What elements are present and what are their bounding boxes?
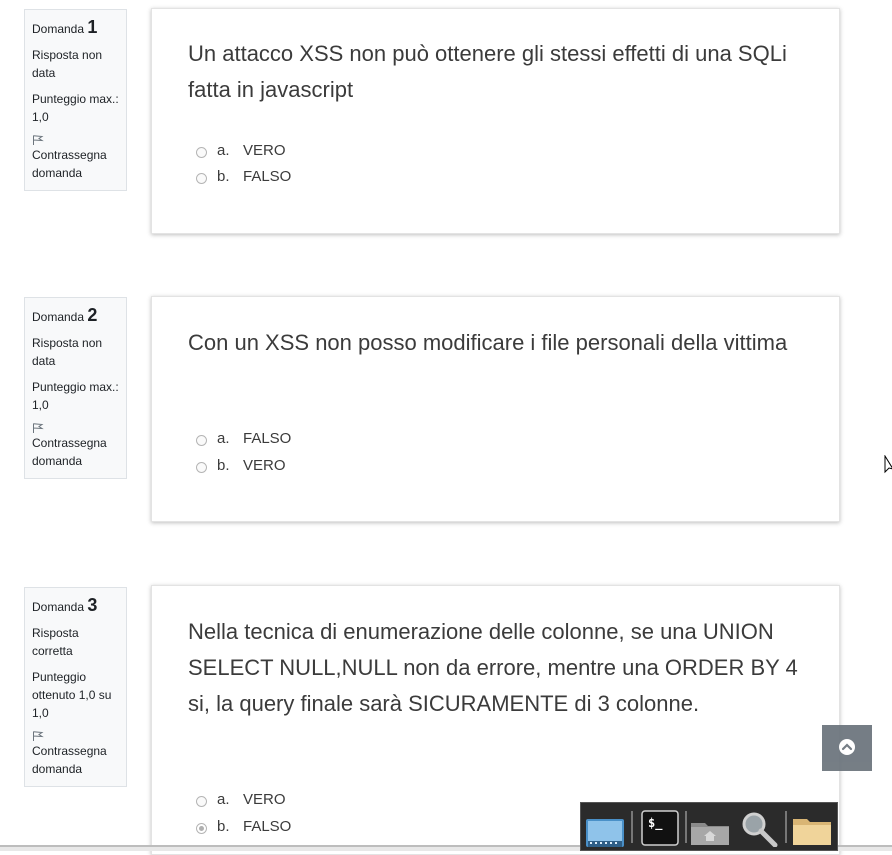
mouse-cursor-icon [884, 455, 892, 474]
dock: $_ [580, 802, 838, 851]
answer-text[interactable]: FALSO [243, 430, 291, 447]
flag-question-label[interactable]: Contrassegna domanda [32, 148, 107, 180]
question-number: Domanda 3 [32, 596, 119, 616]
answer-radio[interactable] [196, 147, 207, 158]
answer-radio[interactable] [196, 173, 207, 184]
answer-radio[interactable] [196, 435, 207, 446]
answer-radio[interactable] [196, 823, 207, 834]
question-card-1: Un attacco XSS non può ottenere gli stes… [151, 8, 840, 234]
answer-text[interactable]: VERO [243, 142, 286, 159]
files-icon[interactable] [791, 809, 833, 847]
question-number: Domanda 2 [32, 306, 119, 326]
question-grade: Punteggio ottenuto 1,0 su 1,0 [32, 670, 112, 720]
answer-radio[interactable] [196, 462, 207, 473]
terminal-glyph: $_ [648, 816, 663, 830]
flag-icon [33, 423, 44, 433]
question-card-2: Con un XSS non posso modificare i file p… [151, 296, 840, 522]
question-state: Risposta non data [32, 48, 103, 80]
answer-text[interactable]: FALSO [243, 168, 291, 185]
question-text: Un attacco XSS non può ottenere gli stes… [188, 41, 787, 102]
flag-icon [33, 135, 44, 145]
answer-letter: b. [217, 168, 230, 185]
question-number-value: 2 [87, 305, 98, 325]
answer-text[interactable]: FALSO [243, 818, 291, 835]
home-folder-icon[interactable] [689, 809, 731, 847]
answer-text[interactable]: VERO [243, 791, 286, 808]
answer-radio[interactable] [196, 796, 207, 807]
flag-question-label[interactable]: Contrassegna domanda [32, 744, 107, 776]
answer-text[interactable]: VERO [243, 457, 286, 474]
question-state: Risposta corretta [32, 626, 79, 658]
question-number: Domanda 1 [32, 18, 119, 38]
question-grade: Punteggio max.: 1,0 [32, 92, 119, 124]
question-label: Domanda [32, 22, 85, 36]
answer-letter: a. [217, 142, 230, 159]
chevron-up-icon [839, 739, 855, 755]
dock-separator [785, 811, 787, 843]
question-number-value: 1 [87, 17, 98, 37]
answer-letter: a. [217, 430, 230, 447]
flag-question-link[interactable]: Contrassegna domanda [32, 134, 119, 182]
dock-separator [631, 811, 633, 843]
question-label: Domanda [32, 310, 85, 324]
question-info-2: Domanda 2 Risposta non data Punteggio ma… [24, 297, 127, 479]
question-grade: Punteggio max.: 1,0 [32, 380, 119, 412]
answer-letter: b. [217, 457, 230, 474]
flag-icon [33, 731, 44, 741]
dock-separator [685, 811, 687, 843]
back-to-top-button[interactable] [822, 725, 872, 771]
answer-letter: b. [217, 818, 230, 835]
question-text: Con un XSS non posso modificare i file p… [188, 330, 788, 355]
show-desktop-icon[interactable] [584, 809, 626, 847]
flag-question-label[interactable]: Contrassegna domanda [32, 436, 107, 468]
question-number-value: 3 [87, 595, 98, 615]
question-text: Nella tecnica di enumerazione delle colo… [188, 619, 798, 716]
search-icon[interactable] [738, 809, 780, 848]
question-info-1: Domanda 1 Risposta non data Punteggio ma… [24, 9, 127, 191]
question-info-3: Domanda 3 Risposta corretta Punteggio ot… [24, 587, 127, 787]
flag-question-link[interactable]: Contrassegna domanda [32, 422, 119, 470]
flag-question-link[interactable]: Contrassegna domanda [32, 730, 119, 778]
terminal-icon[interactable]: $_ [639, 809, 681, 847]
answer-letter: a. [217, 791, 230, 808]
question-state: Risposta non data [32, 336, 103, 368]
question-label: Domanda [32, 600, 85, 614]
